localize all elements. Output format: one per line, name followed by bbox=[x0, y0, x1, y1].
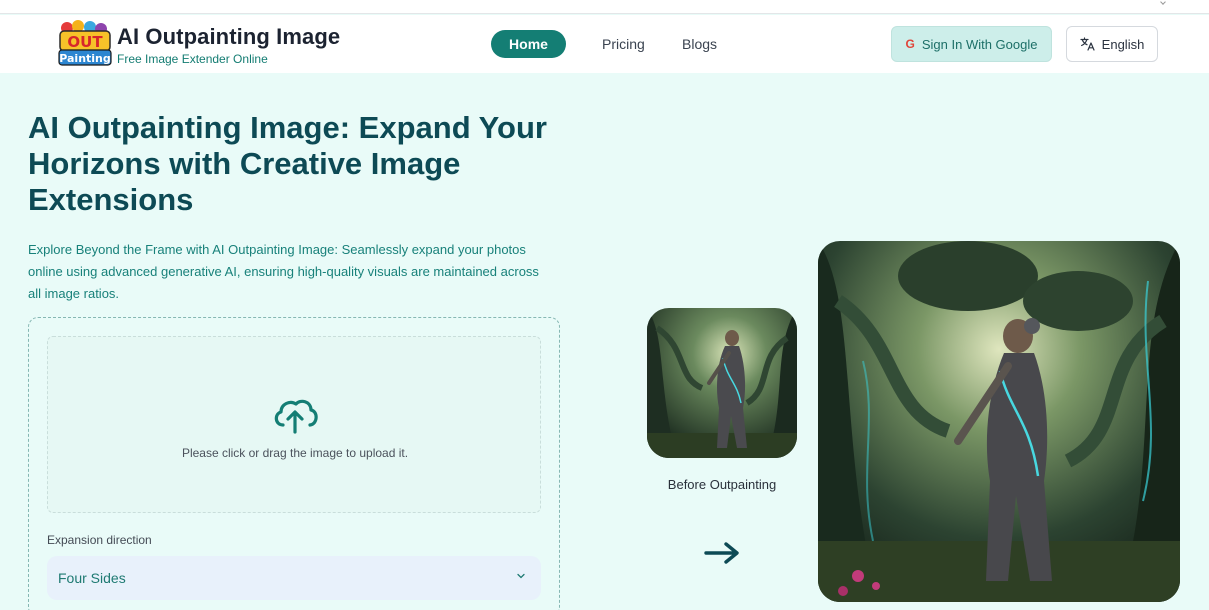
expansion-direction-label: Expansion direction bbox=[47, 533, 152, 547]
language-label: English bbox=[1101, 36, 1145, 52]
language-selector[interactable]: English bbox=[1066, 26, 1158, 62]
hero-description: Explore Beyond the Frame with AI Outpain… bbox=[28, 242, 539, 301]
upload-dropzone[interactable]: Please click or drag the image to upload… bbox=[47, 336, 541, 513]
cloud-upload-icon bbox=[274, 399, 318, 434]
before-outpainting-image bbox=[647, 308, 797, 458]
brand-title[interactable]: AI Outpainting Image bbox=[117, 24, 340, 50]
chevron-down-icon bbox=[1160, 0, 1166, 5]
expansion-direction-value: Four Sides bbox=[58, 570, 126, 586]
brand-logo[interactable]: OUT Painting bbox=[58, 20, 112, 66]
translate-icon bbox=[1080, 37, 1095, 51]
nav-pricing-link[interactable]: Pricing bbox=[602, 36, 645, 52]
arrow-right-icon bbox=[704, 542, 739, 564]
brand-subtitle: Free Image Extender Online bbox=[117, 52, 268, 66]
nav-home-link[interactable]: Home bbox=[491, 30, 566, 58]
svg-text:Painting: Painting bbox=[59, 52, 111, 65]
after-outpainting-image bbox=[818, 241, 1180, 602]
upload-instruction: Please click or drag the image to upload… bbox=[181, 446, 409, 460]
browser-top-strip bbox=[0, 0, 1209, 14]
google-signin-button[interactable]: G Sign In With Google bbox=[891, 26, 1052, 62]
chevron-down-icon bbox=[517, 573, 525, 579]
before-outpainting-caption: Before Outpainting bbox=[667, 477, 777, 492]
site-header: OUT Painting AI Outpainting Image Free I… bbox=[0, 15, 1209, 73]
svg-text:OUT: OUT bbox=[67, 33, 103, 51]
hero-title: AI Outpainting Image: Expand Your Horizo… bbox=[28, 110, 547, 217]
google-icon: G bbox=[905, 37, 915, 51]
nav-blogs-link[interactable]: Blogs bbox=[682, 36, 717, 52]
expansion-direction-select[interactable]: Four Sides bbox=[47, 556, 541, 600]
signin-label: Sign In With Google bbox=[921, 36, 1038, 52]
